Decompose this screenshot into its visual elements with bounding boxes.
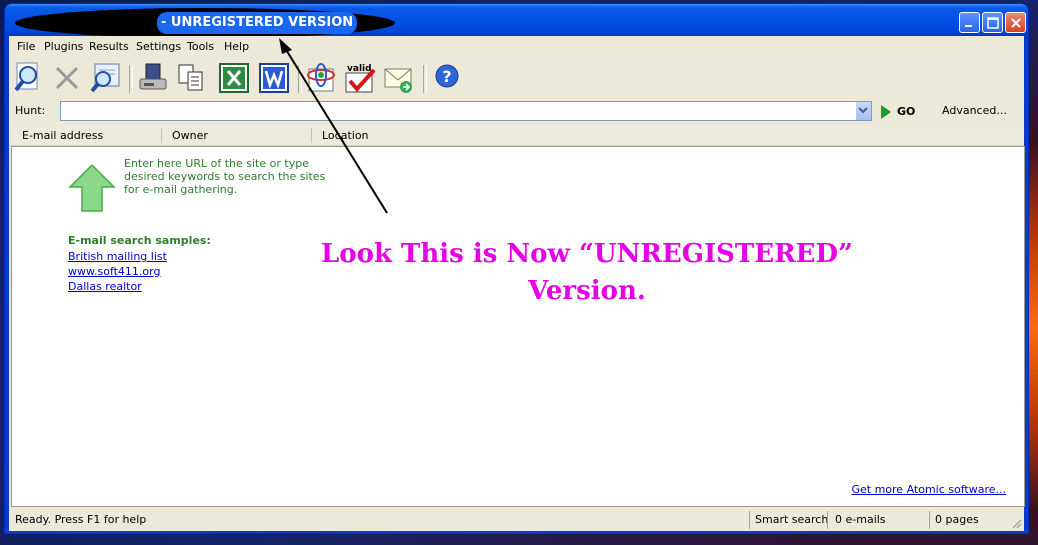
menu-help[interactable]: Help [224, 40, 249, 53]
sample-link[interactable]: www.soft411.org [68, 265, 160, 278]
samples-title: E-mail search samples: [68, 234, 211, 247]
validate-icon[interactable]: valid [343, 61, 377, 95]
resize-grip-icon[interactable] [1010, 517, 1022, 529]
column-divider[interactable] [311, 128, 312, 143]
status-emails: 0 e-mails [835, 513, 886, 526]
menu-results[interactable]: Results [89, 40, 129, 53]
status-bar: Ready. Press F1 for help Smart search 0 … [9, 509, 1024, 531]
go-label: GO [897, 105, 916, 118]
status-divider [827, 511, 828, 529]
column-owner[interactable]: Owner [172, 129, 208, 142]
validate-label: valid [347, 64, 372, 74]
results-panel: Enter here URL of the site or type desir… [11, 146, 1025, 507]
arrow-up-icon [68, 163, 116, 212]
hunt-label: Hunt: [15, 104, 46, 117]
atom-icon[interactable] [304, 61, 338, 95]
stop-icon[interactable] [50, 61, 84, 95]
sample-link[interactable]: Dallas realtor [68, 280, 142, 293]
mail-icon[interactable] [382, 61, 416, 95]
status-divider [929, 511, 930, 529]
annotation-line: Look This is Now “UNREGISTERED” [320, 239, 853, 269]
copy-icon[interactable] [174, 61, 208, 95]
minimize-icon [965, 25, 972, 27]
hunt-dropdown-button[interactable] [855, 102, 871, 120]
status-mode: Smart search [755, 513, 829, 526]
find-icon[interactable] [89, 61, 123, 95]
annotation-text: Look This is Now “UNREGISTERED” Version. [302, 236, 872, 310]
toolbar-separator [129, 65, 133, 93]
window-title: - UNREGISTERED VERSION [157, 12, 358, 34]
status-divider [749, 511, 750, 529]
column-location[interactable]: Location [322, 129, 369, 142]
menu-settings[interactable]: Settings [136, 40, 181, 53]
save-icon[interactable] [136, 61, 170, 95]
toolbar: valid ? [9, 57, 1024, 99]
search-icon[interactable] [13, 61, 47, 95]
more-software-link[interactable]: Get more Atomic software... [851, 483, 1006, 496]
minimize-button[interactable] [959, 12, 980, 33]
results-header: E-mail address Owner Location [9, 126, 1024, 146]
close-icon [1011, 18, 1021, 28]
close-button[interactable] [1005, 12, 1026, 33]
svg-text:?: ? [442, 67, 451, 86]
toolbar-separator [423, 65, 427, 93]
title-bar[interactable]: - UNREGISTERED VERSION [5, 4, 1028, 38]
menu-tools[interactable]: Tools [187, 40, 214, 53]
advanced-button[interactable]: Advanced... [942, 104, 1007, 117]
menu-plugins[interactable]: Plugins [44, 40, 83, 53]
help-icon[interactable]: ? [430, 61, 464, 95]
annotation-line: Version. [528, 276, 646, 306]
app-window: - UNREGISTERED VERSION File Plugins Resu… [4, 3, 1029, 534]
maximize-button[interactable] [982, 12, 1003, 33]
client-area: File Plugins Results Settings Tools Help [9, 36, 1025, 531]
word-icon[interactable] [257, 61, 291, 95]
sample-link[interactable]: British mailing list [68, 250, 167, 263]
hunt-bar: Hunt: GO Advanced... [9, 99, 1024, 123]
chevron-down-icon [858, 107, 868, 114]
status-pages: 0 pages [935, 513, 979, 526]
column-email[interactable]: E-mail address [22, 129, 103, 142]
column-divider[interactable] [161, 128, 162, 143]
play-icon [881, 105, 891, 119]
go-button[interactable]: GO [879, 103, 915, 121]
hunt-input[interactable] [60, 101, 872, 121]
toolbar-separator [298, 65, 302, 93]
menu-bar: File Plugins Results Settings Tools Help [9, 36, 1024, 56]
hint-text: Enter here URL of the site or type desir… [124, 157, 326, 196]
menu-file[interactable]: File [17, 40, 35, 53]
status-ready: Ready. Press F1 for help [15, 513, 147, 526]
excel-icon[interactable] [217, 61, 251, 95]
maximize-icon [987, 17, 999, 29]
